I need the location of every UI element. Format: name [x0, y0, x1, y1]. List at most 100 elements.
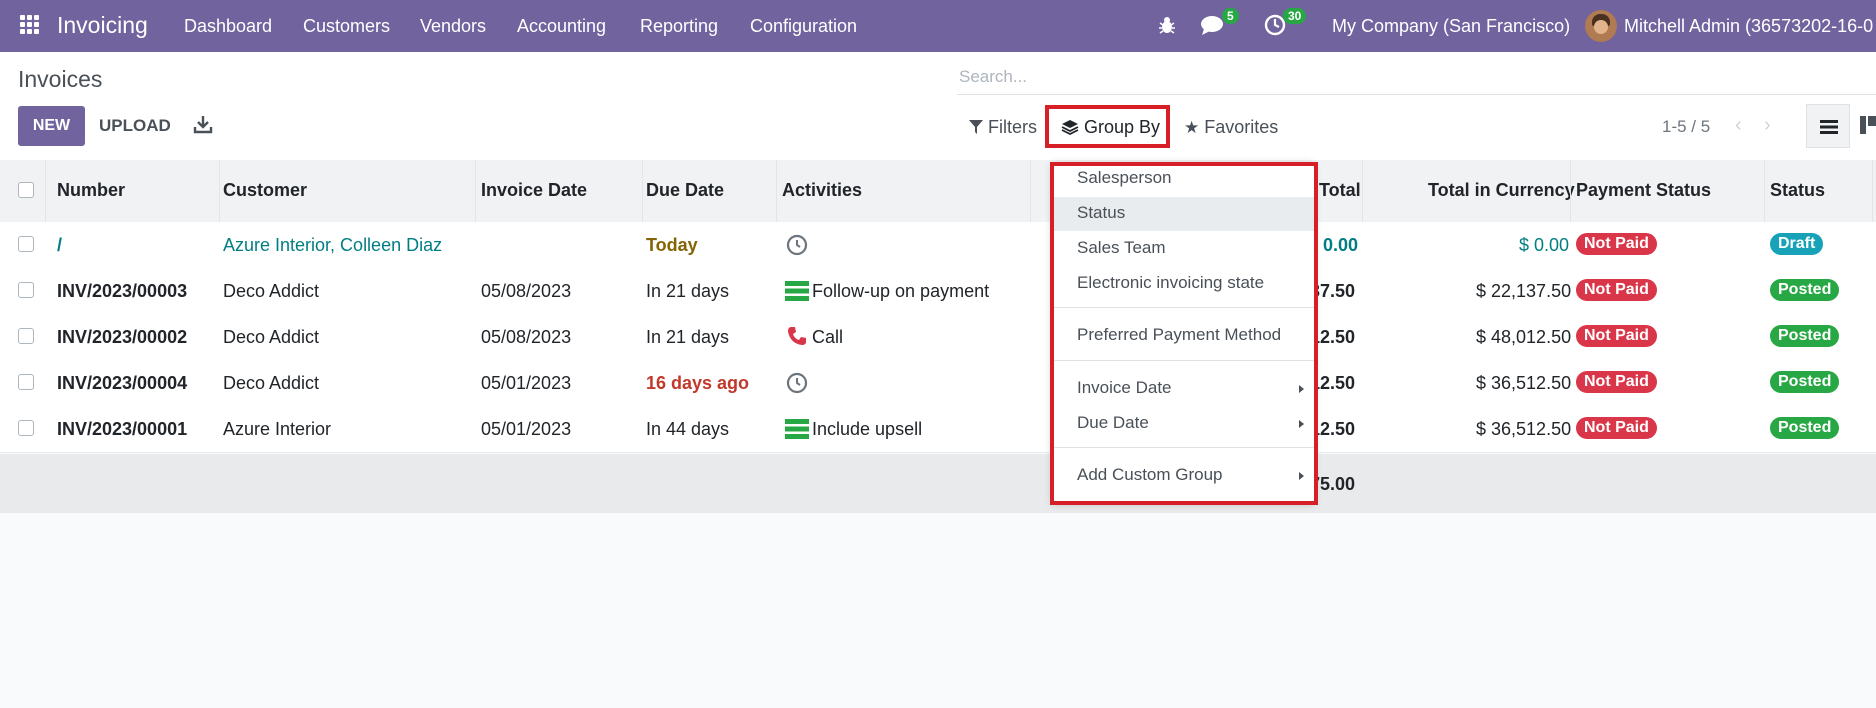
new-button[interactable]: NEW [18, 106, 85, 146]
cell-customer: Azure Interior [223, 419, 332, 439]
cell-due-date: 16 days ago [646, 373, 750, 393]
cell-number: INV/2023/00003 [57, 281, 188, 301]
phone-icon[interactable] [787, 326, 807, 346]
download-icon[interactable] [193, 114, 213, 136]
payment-status-badge: Not Paid [1576, 279, 1657, 301]
groupby-due-date[interactable]: Due Date [1052, 407, 1314, 441]
menu-accounting[interactable]: Accounting [517, 16, 606, 37]
pager-prev-icon[interactable]: ‹ [1735, 114, 1742, 137]
pager-next-icon[interactable]: › [1764, 114, 1771, 137]
groupby-preferred-payment[interactable]: Preferred Payment Method [1052, 319, 1314, 353]
payment-status-badge: Not Paid [1576, 233, 1657, 255]
menu-vendors[interactable]: Vendors [420, 16, 486, 37]
groupby-highlight [1045, 105, 1170, 148]
groupby-sales-team[interactable]: Sales Team [1052, 232, 1314, 266]
header-total-currency[interactable]: Total in Currency [1428, 180, 1575, 201]
menu-dashboard[interactable]: Dashboard [184, 16, 272, 37]
user-menu[interactable]: Mitchell Admin (36573202-16-0 [1624, 16, 1873, 37]
cell-activity[interactable]: Include upsell [812, 419, 922, 440]
table-row[interactable]: INV/2023/00004 Deco Addict 05/01/2023 16… [0, 360, 1876, 407]
groupby-salesperson[interactable]: Salesperson [1052, 162, 1314, 196]
cell-due-date: In 21 days [646, 281, 730, 301]
caret-right-icon [1299, 420, 1304, 428]
header-invoice-date[interactable]: Invoice Date [481, 180, 587, 201]
cell-activity[interactable]: Follow-up on payment [812, 281, 989, 302]
groupby-status[interactable]: Status [1052, 197, 1314, 231]
cell-invoice-date: 05/01/2023 [481, 419, 572, 439]
todo-list-icon[interactable] [785, 281, 809, 301]
cell-invoice-date: 05/08/2023 [481, 327, 572, 347]
cell-total-currency: $ 0.00 [1519, 235, 1570, 255]
cell-number: INV/2023/00002 [57, 327, 188, 347]
app-grid-icon[interactable] [20, 15, 40, 35]
menu-customers[interactable]: Customers [303, 16, 390, 37]
groupby-add-custom[interactable]: Add Custom Group [1052, 459, 1314, 493]
cell-total-currency: $ 22,137.50 [1476, 281, 1572, 301]
search-input[interactable] [957, 60, 1861, 94]
footer-total: 75.00 [1310, 474, 1356, 494]
cell-customer: Deco Addict [223, 281, 320, 301]
list-view-button[interactable] [1806, 104, 1850, 148]
header-customer[interactable]: Customer [223, 180, 307, 201]
cell-total: 12.50 [1310, 419, 1356, 439]
header-payment-status[interactable]: Payment Status [1576, 180, 1711, 201]
row-checkbox[interactable] [18, 236, 34, 252]
payment-status-badge: Not Paid [1576, 325, 1657, 347]
cell-total: 12.50 [1310, 327, 1356, 347]
kanban-view-icon[interactable] [1860, 116, 1876, 134]
payment-status-badge: Not Paid [1576, 417, 1657, 439]
cell-number: INV/2023/00004 [57, 373, 188, 393]
favorites-button[interactable]: ★ Favorites [1184, 117, 1278, 138]
messages-badge: 5 [1222, 8, 1239, 24]
select-all-checkbox[interactable] [18, 182, 34, 198]
table-row[interactable]: INV/2023/00002 Deco Addict 05/08/2023 In… [0, 314, 1876, 361]
cell-invoice-date: 05/08/2023 [481, 281, 572, 301]
cell-customer[interactable]: Azure Interior, Colleen Diaz [223, 235, 442, 256]
app-title[interactable]: Invoicing [57, 12, 148, 39]
header-status[interactable]: Status [1770, 180, 1825, 201]
activities-badge: 30 [1283, 8, 1307, 24]
avatar[interactable] [1585, 10, 1617, 42]
cell-number: INV/2023/00001 [57, 419, 188, 439]
payment-status-badge: Not Paid [1576, 371, 1657, 393]
cell-activity[interactable]: Call [812, 327, 843, 348]
header-number[interactable]: Number [57, 180, 125, 201]
star-icon: ★ [1184, 118, 1200, 137]
row-checkbox[interactable] [18, 282, 34, 298]
caret-right-icon [1299, 385, 1304, 393]
header-activities[interactable]: Activities [782, 180, 862, 201]
bug-icon[interactable] [1158, 15, 1176, 35]
todo-list-icon[interactable] [785, 419, 809, 439]
status-badge: Posted [1770, 325, 1840, 347]
funnel-icon [969, 120, 983, 134]
company-switcher[interactable]: My Company (San Francisco) [1332, 16, 1570, 37]
cell-due-date: Today [646, 235, 698, 255]
menu-reporting[interactable]: Reporting [640, 16, 718, 37]
favorites-label: Favorites [1204, 117, 1279, 137]
row-checkbox[interactable] [18, 328, 34, 344]
row-checkbox[interactable] [18, 420, 34, 436]
cell-number[interactable]: / [57, 235, 62, 256]
groupby-invoice-date[interactable]: Invoice Date [1052, 372, 1314, 406]
groupby-einvoicing-state[interactable]: Electronic invoicing state [1052, 267, 1314, 301]
status-badge: Posted [1770, 417, 1840, 439]
row-checkbox[interactable] [18, 374, 34, 390]
control-panel: Invoices NEW UPLOAD Filters Group By ★ F… [0, 52, 1876, 160]
header-due-date[interactable]: Due Date [646, 180, 724, 201]
table-row[interactable]: INV/2023/00003 Deco Addict 05/08/2023 In… [0, 268, 1876, 315]
clock-icon[interactable] [786, 372, 808, 394]
pager-value[interactable]: 1-5 / 5 [1662, 117, 1710, 137]
menu-configuration[interactable]: Configuration [750, 16, 857, 37]
header-total[interactable]: Total [1319, 180, 1361, 201]
caret-right-icon [1299, 472, 1304, 480]
table-row[interactable]: INV/2023/00001 Azure Interior 05/01/2023… [0, 406, 1876, 453]
table-footer: 75.00 [0, 454, 1876, 513]
cell-total: 12.50 [1310, 373, 1356, 393]
table-row[interactable]: / Azure Interior, Colleen Diaz Today 0.0… [0, 222, 1876, 269]
clock-icon[interactable] [786, 234, 808, 256]
cell-total-currency: $ 36,512.50 [1476, 419, 1572, 439]
filters-button[interactable]: Filters [969, 117, 1037, 138]
upload-button[interactable]: UPLOAD [99, 116, 171, 136]
cell-customer: Deco Addict [223, 327, 320, 347]
filters-label: Filters [988, 117, 1038, 137]
